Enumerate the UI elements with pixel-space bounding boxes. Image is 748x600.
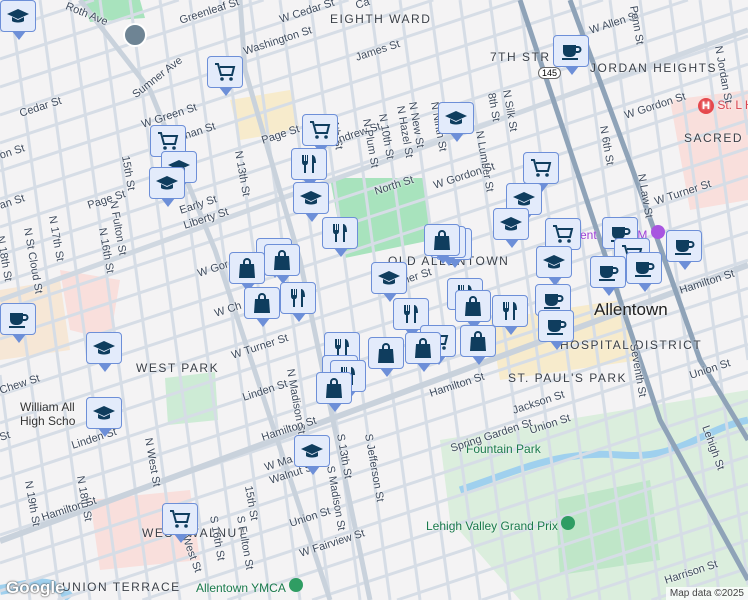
district-label: SACRED H (684, 131, 748, 145)
coffee-icon (675, 240, 695, 255)
school-marker[interactable] (0, 0, 36, 40)
museum-icon (650, 225, 665, 239)
shopping-marker[interactable] (244, 287, 280, 327)
school-marker[interactable] (86, 332, 122, 372)
restaurant-marker[interactable] (280, 282, 316, 322)
coffee-marker[interactable] (553, 35, 589, 75)
district-label: ST. PAUL'S PARK (508, 371, 628, 385)
cart-icon (310, 121, 331, 139)
coffee-icon (599, 266, 619, 281)
cart-icon (170, 510, 191, 528)
shopping-marker[interactable] (405, 332, 441, 372)
shopping-marker[interactable] (455, 290, 491, 330)
district-label: JORDAN HEIGHTS (590, 61, 718, 75)
shopping-icon (239, 258, 255, 278)
shopping-marker[interactable] (460, 325, 496, 365)
school-marker[interactable] (149, 167, 185, 207)
school-marker[interactable] (536, 246, 572, 286)
google-logo: Google (6, 578, 65, 597)
school-icon (93, 406, 115, 420)
coffee-icon (544, 294, 564, 309)
district-label: 7TH STR (490, 50, 551, 64)
shopping-marker[interactable] (229, 252, 265, 292)
ymca-pin-icon (288, 578, 303, 592)
shopping-marker[interactable] (316, 372, 352, 412)
school-icon (301, 444, 323, 458)
district-label: UNION TERRACE (62, 580, 181, 594)
shopping-icon (274, 250, 290, 270)
cart-icon (531, 159, 552, 177)
park-pin-icon (561, 516, 576, 530)
district-label: WEST PARK (136, 361, 220, 375)
cart-marker[interactable] (162, 503, 198, 543)
shopping-icon (470, 331, 486, 351)
poi-grand-prix[interactable]: Lehigh Valley Grand Prix (426, 516, 576, 533)
school-marker[interactable] (294, 435, 330, 475)
school-icon (543, 255, 565, 269)
school-icon (445, 111, 467, 125)
coffee-icon (562, 45, 582, 60)
coffee-marker[interactable] (590, 256, 626, 296)
coffee-marker[interactable] (0, 303, 36, 343)
shopping-icon (434, 230, 450, 250)
coffee-marker[interactable] (626, 252, 662, 292)
school-icon (378, 271, 400, 285)
cart-marker[interactable] (302, 114, 338, 154)
school-icon (300, 191, 322, 205)
shopping-icon (378, 343, 394, 363)
shopping-icon (465, 296, 481, 316)
coffee-marker[interactable] (538, 310, 574, 350)
coffee-icon (547, 320, 567, 335)
shopping-icon (326, 378, 342, 398)
school-icon (500, 217, 522, 231)
school-icon (7, 9, 29, 23)
district-label: EIGHTH WARD (330, 12, 432, 26)
shopping-marker[interactable] (368, 337, 404, 377)
restaurant-marker[interactable] (291, 148, 327, 188)
restaurant-marker[interactable] (492, 295, 528, 335)
cart-marker[interactable] (523, 152, 559, 192)
poi-school[interactable]: William All High Scho (20, 400, 90, 428)
school-icon (156, 176, 178, 190)
school-marker[interactable] (293, 182, 329, 222)
school-icon (93, 341, 115, 355)
restaurant-icon (503, 302, 517, 320)
shopping-marker[interactable] (424, 224, 460, 264)
cart-icon (553, 225, 574, 243)
hospital-icon: H (698, 98, 714, 114)
coffee-icon (9, 313, 29, 328)
school-marker[interactable] (86, 397, 122, 437)
restaurant-marker[interactable] (322, 217, 358, 257)
shopping-marker[interactable] (264, 244, 300, 284)
cart-icon (215, 63, 236, 81)
attribution[interactable]: Map data ©2025 (665, 587, 748, 600)
city-label: Allentown (594, 300, 668, 319)
poi-ymca[interactable]: Allentown YMCA (196, 578, 303, 595)
shopping-icon (415, 338, 431, 358)
route-shield: 145 (538, 67, 562, 79)
restaurant-icon (404, 305, 418, 323)
coffee-icon (635, 262, 655, 277)
restaurant-icon (302, 155, 316, 173)
restaurant-icon (333, 224, 347, 242)
cart-marker[interactable] (207, 56, 243, 96)
restaurant-icon (291, 289, 305, 307)
school-pin-icon[interactable] (123, 23, 147, 47)
school-marker[interactable] (493, 208, 529, 248)
shopping-icon (254, 293, 270, 313)
school-marker[interactable] (371, 262, 407, 302)
school-marker[interactable] (438, 102, 474, 142)
coffee-marker[interactable] (666, 230, 702, 270)
cart-icon (158, 132, 179, 150)
